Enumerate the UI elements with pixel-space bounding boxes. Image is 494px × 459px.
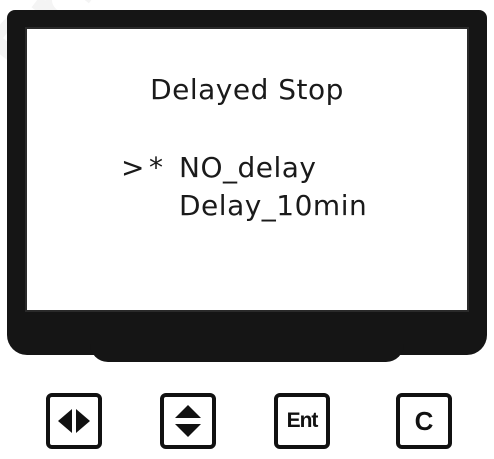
display-bezel-foot: [90, 330, 404, 362]
enter-key-label: Ent: [286, 409, 319, 432]
up-down-arrows-icon: [175, 405, 201, 437]
up-down-key[interactable]: [160, 393, 216, 449]
clear-key-label: C: [414, 405, 434, 436]
selection-cursor: >: [121, 151, 145, 184]
left-right-arrows-icon: [58, 409, 90, 433]
menu-title: Delayed Stop: [150, 73, 344, 106]
lcd-screen: Delayed Stop > * NO_delay Delay_10min: [25, 27, 469, 312]
selected-marker: *: [149, 151, 163, 184]
menu-option-delay-10min[interactable]: Delay_10min: [179, 189, 367, 222]
clear-key[interactable]: C: [396, 393, 452, 449]
left-right-key[interactable]: [46, 393, 102, 449]
menu-option-no-delay[interactable]: NO_delay: [179, 151, 317, 184]
enter-key[interactable]: Ent: [274, 393, 330, 449]
